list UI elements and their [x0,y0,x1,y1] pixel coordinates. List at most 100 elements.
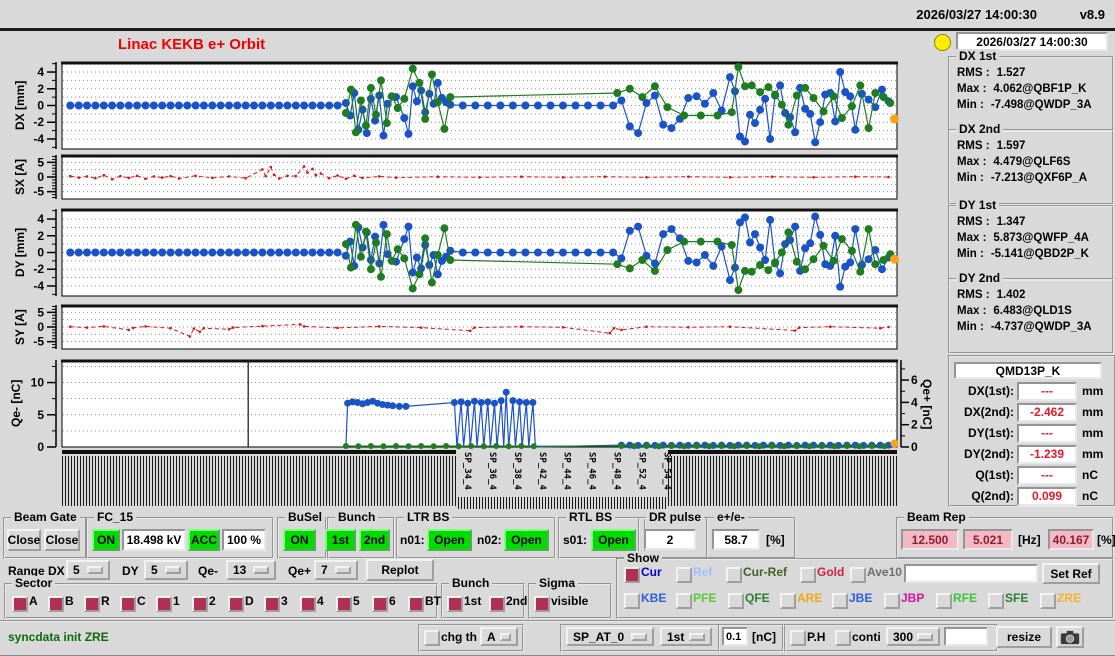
xaxis-label-SP_38_4: SP_38_4 [512,452,523,490]
range-dx-dropdown[interactable]: 5 [66,560,110,580]
chart-dx[interactable]: 4 2 0 -2 -4 [0,58,935,152]
resize-button[interactable]: resize [996,626,1052,648]
magnet-value-label: Q(1st): [975,468,1014,482]
show-jbp-checkbox[interactable] [884,593,900,609]
show-gold-checkbox[interactable] [800,567,816,583]
show-sfe-checkbox[interactable] [988,593,1004,609]
ltr-bs-label: LTR BS [404,510,453,524]
bunch-1st-checkbox[interactable] [447,596,463,612]
ph-checkbox[interactable] [790,630,806,646]
show-zre-checkbox[interactable] [1040,593,1056,609]
magnet-value-label: DX(2nd): [964,405,1014,419]
show-pfe-checkbox[interactable] [676,593,692,609]
bunch-select-label: Bunch [449,576,493,590]
ref-name-input[interactable] [904,564,1038,583]
dr-pulse-field[interactable]: 2 [644,529,696,550]
bunch-2nd-button[interactable]: 2nd [359,529,390,551]
channel-dropdown[interactable]: A [480,627,518,646]
chart-sx[interactable]: 50-5 [0,151,935,203]
sector-6-checkbox[interactable] [372,596,388,612]
chg-th-checkbox[interactable] [424,630,440,646]
stat-rms-value: 1.597 [996,140,1026,152]
show-ref-label: Ref [693,565,713,579]
threshold-input[interactable] [722,627,748,646]
sector-4-checkbox[interactable] [300,596,316,612]
beam-rep-label: Beam Rep [904,510,969,524]
stat-box-dy-1st: DY 1st RMS : 1.347 Max : 5.873@QWFP_4A Min :-… [948,198,1114,281]
show-rfe-checkbox[interactable] [936,593,952,609]
beam-gate-close1-button[interactable]: Close [7,529,41,551]
svg-text:-4: -4 [33,132,44,146]
busel-on-button[interactable]: ON [283,529,316,551]
camera-button[interactable] [1056,626,1084,648]
show-are-checkbox[interactable] [780,593,796,609]
stat-rms-label: RMS : [957,289,990,301]
ltr-n01-open-button[interactable]: Open [427,529,472,551]
xaxis-label-SP_48_4: SP_48_4 [611,452,622,490]
set-ref-button[interactable]: Set Ref [1042,563,1100,584]
svg-text:0: 0 [37,440,44,454]
show-ave10-checkbox[interactable] [850,567,866,583]
fc15-kv-field[interactable]: 18.498 kV [122,529,186,551]
fc15-acc-button[interactable]: ACC [188,529,220,551]
sector-5-checkbox[interactable] [336,596,352,612]
svg-text:5: 5 [37,305,44,319]
fc15-on-button[interactable]: ON [92,529,120,551]
beam-gate-close2-button[interactable]: Close [44,529,80,551]
sector-2-checkbox[interactable] [192,596,208,612]
busel-label: BuSel [285,510,326,524]
range-qem-value: 13 [233,563,247,577]
ratio-field[interactable]: 58.7 [712,529,760,550]
range-dy-dropdown[interactable]: 5 [144,560,188,580]
sector-3-checkbox[interactable] [264,596,280,612]
free-input[interactable] [944,627,988,646]
sector-r-checkbox[interactable] [84,596,100,612]
replot-button[interactable]: Replot [366,559,434,581]
show-pfe-label: PFE [693,591,717,605]
svg-text:5: 5 [37,408,44,422]
sector-1-checkbox[interactable] [156,596,172,612]
range-qe-minus-dropdown[interactable]: 13 [226,560,276,580]
sector-a-checkbox[interactable] [12,596,28,612]
show-qfe-checkbox[interactable] [728,593,744,609]
stat-min-label: Min : [957,248,984,260]
show-cur-ref-label: Cur-Ref [743,565,787,579]
chart-sy[interactable]: 50-5 [0,301,935,353]
count-value: 300 [893,629,914,644]
show-jbe-checkbox[interactable] [832,593,848,609]
count-dropdown[interactable]: 300 [886,627,940,646]
stat-rms-label: RMS : [957,140,990,152]
bunch-1st-button[interactable]: 1st [325,529,356,551]
sector-b-checkbox[interactable] [48,596,64,612]
sector-c-checkbox[interactable] [120,596,136,612]
range-qep-value: 7 [321,563,328,577]
xaxis-label-SP_34_4: SP_34_4 [462,452,472,490]
stat-max-label: Max : [957,305,987,317]
camera-icon [1060,630,1080,644]
sigma-visible-checkbox[interactable] [534,596,550,612]
conti-checkbox[interactable] [835,630,851,646]
rtl-s01-open-button[interactable]: Open [591,529,636,551]
xaxis-label-SP_42_4: SP_42_4 [537,452,548,490]
magnet-value-row: Q(2nd): 0.099 nC [950,486,1114,506]
show-ref-checkbox[interactable] [676,567,692,583]
show-kbe-checkbox[interactable] [624,593,640,609]
svg-text:4: 4 [911,395,918,409]
magnet-value-field: 0.099 [1017,486,1077,506]
range-qe-plus-dropdown[interactable]: 7 [314,560,358,580]
chart-qe[interactable]: 10 5 0 6 4 2 0 [0,356,935,454]
sector-d-checkbox[interactable] [228,596,244,612]
beam-gate-label: Beam Gate [11,510,80,524]
stat-min-value: -7.213@QXF6P_A [990,172,1088,184]
chart-dy[interactable]: 4 2 0 -2 -4 [0,205,935,299]
ltr-n02-open-button[interactable]: Open [504,529,549,551]
sp-dropdown[interactable]: SP_AT_0 [566,627,654,646]
fc15-duty-field[interactable]: 100 % [222,529,266,551]
sector-4-label: 4 [317,594,324,608]
show-cur-checkbox[interactable] [624,567,640,583]
stat-box-title: DY 1st [956,198,1000,212]
bunch-2nd-checkbox[interactable] [489,596,505,612]
show-cur-ref-checkbox[interactable] [726,567,742,583]
bunch-dropdown[interactable]: 1st [660,627,712,646]
sector-bt-checkbox[interactable] [408,596,424,612]
